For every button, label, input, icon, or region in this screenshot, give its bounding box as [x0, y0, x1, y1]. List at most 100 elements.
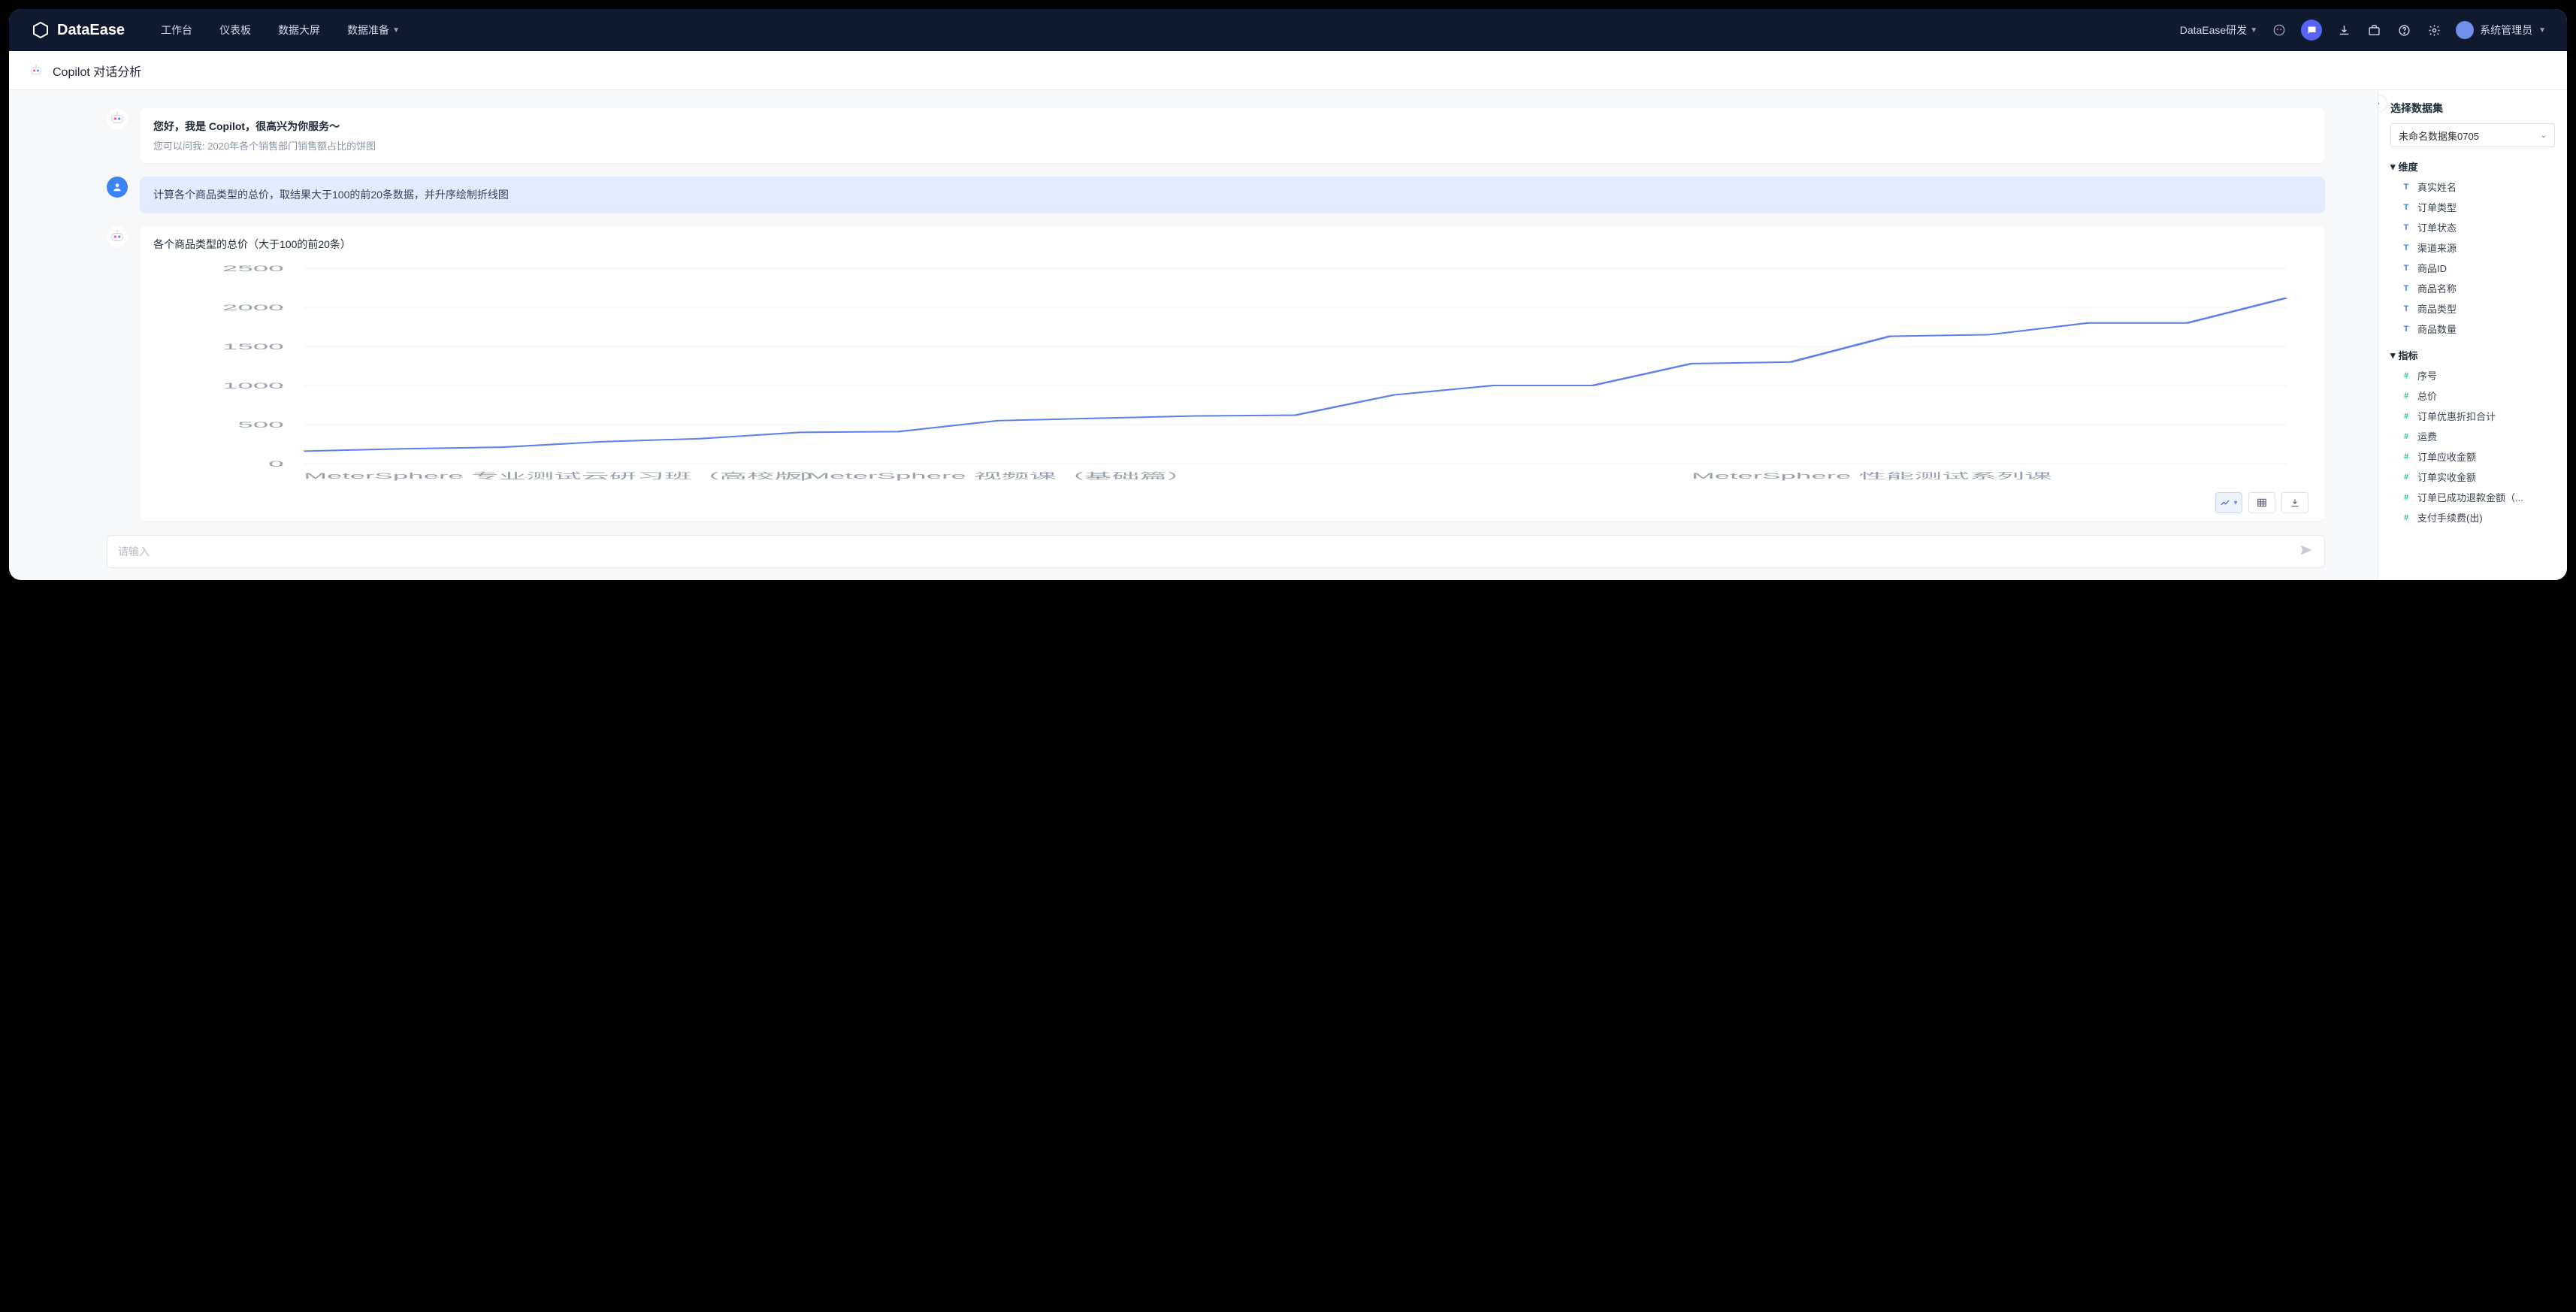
line-chart: 05001000150020002500MeterSphere 专业测试云研习班… — [153, 261, 2311, 486]
svg-text:1000: 1000 — [222, 381, 284, 391]
chevron-down-icon: ▼ — [2250, 26, 2257, 35]
svg-text:MeterSphere 专业测试云研习班（高校版）: MeterSphere 专业测试云研习班（高校版） — [304, 471, 830, 481]
bot-message: 您好，我是 Copilot，很高兴为你服务～ 您可以问我: 2020年各个销售部… — [107, 108, 2325, 163]
field-label: 商品类型 — [2417, 301, 2457, 316]
svg-text:1500: 1500 — [222, 342, 284, 352]
nav-item-dashboard[interactable]: 仪表板 — [219, 23, 251, 38]
number-type-icon: # — [2401, 411, 2411, 422]
page-title: Copilot 对话分析 — [53, 62, 141, 80]
number-type-icon: # — [2401, 512, 2411, 523]
table-view-button[interactable] — [2248, 492, 2275, 513]
nav-items: 工作台 仪表板 数据大屏 数据准备 ▼ — [161, 23, 400, 38]
org-switcher[interactable]: DataEase研发 ▼ — [2180, 23, 2257, 38]
dimension-field[interactable]: T 商品ID — [2401, 261, 2555, 275]
dimension-field[interactable]: T 商品类型 — [2401, 301, 2555, 316]
chevron-down-icon: ▾ — [2233, 499, 2237, 507]
dimension-field[interactable]: T商品数量 — [2401, 322, 2555, 336]
chart-bubble: 各个商品类型的总价（大于100的前20条） 050010001500200025… — [140, 226, 2325, 521]
subheader: Copilot 对话分析 — [9, 51, 2567, 90]
number-type-icon: # — [2401, 391, 2411, 401]
metric-field[interactable]: # 订单已成功退款金额（... — [2401, 490, 2555, 504]
field-label: 订单优惠折扣合计 — [2417, 409, 2496, 423]
metrics-section-header[interactable]: ▾ 指标 — [2390, 348, 2555, 362]
org-name: DataEase研发 — [2180, 23, 2247, 38]
field-label: 商品数量 — [2417, 322, 2457, 336]
copilot-icon — [27, 62, 45, 80]
dimension-field[interactable]: T真实姓名 — [2401, 180, 2555, 194]
text-type-icon: T — [2401, 222, 2411, 233]
sidebar-collapse-button[interactable]: › — [2378, 95, 2387, 113]
dimensions-section-header[interactable]: ▾ 维度 — [2390, 159, 2555, 174]
bot-avatar-icon — [107, 226, 128, 247]
text-type-icon: T — [2401, 202, 2411, 213]
dimension-field[interactable]: T 订单状态 — [2401, 220, 2555, 234]
help-icon[interactable] — [2396, 22, 2412, 38]
bot-chart-message: 各个商品类型的总价（大于100的前20条） 050010001500200025… — [107, 226, 2325, 521]
user-query-text: 计算各个商品类型的总价，取结果大于100的前20条数据，并升序绘制折线图 — [153, 187, 2311, 202]
nav-item-datascreen[interactable]: 数据大屏 — [278, 23, 320, 38]
chart-area: 05001000150020002500MeterSphere 专业测试云研习班… — [153, 261, 2311, 486]
field-label: 商品ID — [2417, 261, 2447, 275]
avatar-icon — [2456, 21, 2474, 39]
top-nav: DataEase 工作台 仪表板 数据大屏 数据准备 ▼ DataEase研发 … — [9, 9, 2567, 51]
chat-input[interactable] — [118, 546, 2299, 558]
dataset-select[interactable]: 未命名数据集0705 ⌄ — [2390, 123, 2555, 147]
field-label: 商品名称 — [2417, 281, 2457, 295]
dimension-field[interactable]: T渠道来源 — [2401, 240, 2555, 255]
copilot-bot-icon[interactable] — [2271, 22, 2287, 38]
chat-column: 您好，我是 Copilot，很高兴为你服务～ 您可以问我: 2020年各个销售部… — [9, 90, 2378, 580]
brand-name: DataEase — [57, 22, 125, 39]
chart-toolbar: ▾ — [153, 492, 2311, 513]
text-type-icon: T — [2401, 263, 2411, 274]
chat-icon[interactable] — [2301, 20, 2322, 41]
chevron-down-icon: ⌄ — [2541, 132, 2547, 140]
field-label: 订单类型 — [2417, 200, 2457, 214]
app-window: DataEase 工作台 仪表板 数据大屏 数据准备 ▼ DataEase研发 … — [9, 9, 2567, 580]
text-type-icon: T — [2401, 304, 2411, 314]
svg-text:2000: 2000 — [222, 303, 284, 313]
body: 您好，我是 Copilot，很高兴为你服务～ 您可以问我: 2020年各个销售部… — [9, 90, 2567, 580]
send-icon[interactable] — [2299, 543, 2314, 561]
metric-list: #序号#总价#订单优惠折扣合计#运费#订单应收金额#订单实收金额#订单已成功退款… — [2390, 368, 2555, 524]
metric-field[interactable]: # 支付手续费(出) — [2401, 510, 2555, 524]
download-icon[interactable] — [2336, 22, 2352, 38]
metric-field[interactable]: # 运费 — [2401, 429, 2555, 443]
metric-field[interactable]: #订单应收金额 — [2401, 449, 2555, 464]
greeting-hint: 您可以问我: 2020年各个销售部门销售额占比的饼图 — [153, 138, 2311, 153]
briefcase-icon[interactable] — [2366, 22, 2382, 38]
chart-type-button[interactable]: ▾ — [2215, 492, 2242, 513]
dimension-field[interactable]: T商品名称 — [2401, 281, 2555, 295]
dimension-field[interactable]: T 订单类型 — [2401, 200, 2555, 214]
user-menu[interactable]: 系统管理员 ▼ — [2456, 21, 2546, 39]
field-label: 总价 — [2417, 388, 2437, 403]
nav-item-dataprep[interactable]: 数据准备 ▼ — [347, 23, 400, 38]
user-avatar-icon — [107, 177, 128, 198]
user-message: 计算各个商品类型的总价，取结果大于100的前20条数据，并升序绘制折线图 — [107, 177, 2325, 213]
chevron-down-icon: ▼ — [392, 26, 400, 35]
dataset-sidebar: › 选择数据集 未命名数据集0705 ⌄ ▾ 维度 T真实姓名T订单类型T订单状… — [2378, 90, 2567, 580]
metric-field[interactable]: # 订单优惠折扣合计 — [2401, 409, 2555, 423]
text-type-icon: T — [2401, 243, 2411, 253]
field-label: 订单已成功退款金额（... — [2417, 490, 2523, 504]
svg-text:MeterSphere 性能测试系列课: MeterSphere 性能测试系列课 — [1692, 471, 2052, 481]
number-type-icon: # — [2401, 492, 2411, 503]
metric-field[interactable]: #序号 — [2401, 368, 2555, 382]
field-label: 运费 — [2417, 429, 2437, 443]
gear-icon[interactable] — [2426, 22, 2442, 38]
dimension-list: T真实姓名T订单类型T订单状态T渠道来源T商品IDT商品名称T商品类型T商品数量 — [2390, 180, 2555, 336]
metric-field[interactable]: # 总价 — [2401, 388, 2555, 403]
field-label: 订单状态 — [2417, 220, 2457, 234]
nav-item-dataprep-label: 数据准备 — [347, 23, 389, 38]
field-label: 订单实收金额 — [2417, 470, 2476, 484]
caret-down-icon: ▾ — [2390, 161, 2396, 173]
brand-logo[interactable]: DataEase — [30, 20, 125, 41]
download-chart-button[interactable] — [2281, 492, 2308, 513]
metric-field[interactable]: #订单实收金额 — [2401, 470, 2555, 484]
field-label: 支付手续费(出) — [2417, 510, 2483, 524]
svg-text:2500: 2500 — [222, 264, 284, 274]
nav-item-workspace[interactable]: 工作台 — [161, 23, 192, 38]
svg-text:0: 0 — [268, 459, 283, 469]
field-label: 真实姓名 — [2417, 180, 2457, 194]
chat-input-row — [107, 535, 2325, 568]
number-type-icon: # — [2401, 431, 2411, 442]
